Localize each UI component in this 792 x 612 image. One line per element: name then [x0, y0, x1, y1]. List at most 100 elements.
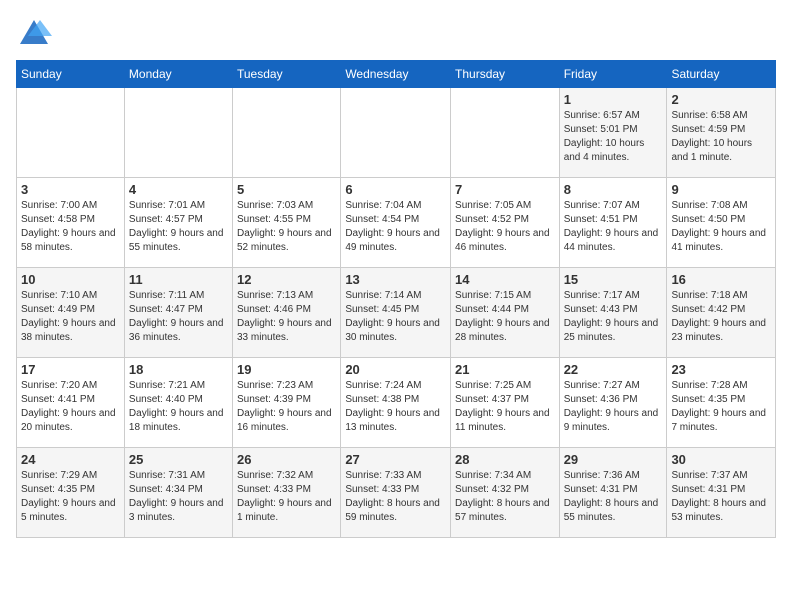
day-number: 1 — [564, 92, 663, 107]
day-info: Sunrise: 7:03 AM Sunset: 4:55 PM Dayligh… — [237, 199, 336, 255]
calendar-cell: 7 Sunrise: 7:05 AM Sunset: 4:52 PM Daylig… — [451, 178, 560, 268]
calendar-cell: 3 Sunrise: 7:00 AM Sunset: 4:58 PM Daylig… — [17, 178, 125, 268]
calendar-cell: 4Sunrise: 7:01 AM Sunset: 4:57 PM Daylig… — [124, 178, 232, 268]
day-info: Sunrise: 7:25 AM Sunset: 4:37 PM Dayligh… — [455, 379, 555, 435]
day-number: 5 — [237, 182, 336, 197]
day-number: 10 — [21, 272, 120, 287]
calendar-cell — [341, 88, 451, 178]
day-number: 13 — [345, 272, 446, 287]
day-info: Sunrise: 7:04 AM Sunset: 4:54 PM Dayligh… — [345, 199, 446, 255]
calendar-cell — [17, 88, 125, 178]
header-sunday: Sunday — [17, 61, 125, 88]
calendar-week-5: 24Sunrise: 7:29 AM Sunset: 4:35 PM Dayli… — [17, 448, 776, 538]
day-info: Sunrise: 7:07 AM Sunset: 4:51 PM Dayligh… — [564, 199, 663, 255]
calendar-table: SundayMondayTuesdayWednesdayThursdayFrid… — [16, 60, 776, 538]
calendar-cell: 17 Sunrise: 7:20 AM Sunset: 4:41 PM Dayli… — [17, 358, 125, 448]
calendar-cell: 20 Sunrise: 7:24 AM Sunset: 4:38 PM Dayli… — [341, 358, 451, 448]
calendar-cell — [233, 88, 341, 178]
day-number: 30 — [671, 452, 771, 467]
calendar-cell: 12Sunrise: 7:13 AM Sunset: 4:46 PM Dayli… — [233, 268, 341, 358]
day-info: Sunrise: 7:05 AM Sunset: 4:52 PM Dayligh… — [455, 199, 555, 255]
day-number: 26 — [237, 452, 336, 467]
calendar-cell: 11Sunrise: 7:11 AM Sunset: 4:47 PM Dayli… — [124, 268, 232, 358]
logo-icon — [16, 16, 52, 52]
calendar-cell: 9Sunrise: 7:08 AM Sunset: 4:50 PM Daylig… — [667, 178, 776, 268]
day-info: Sunrise: 7:23 AM Sunset: 4:39 PM Dayligh… — [237, 379, 336, 435]
day-info: Sunrise: 7:24 AM Sunset: 4:38 PM Dayligh… — [345, 379, 446, 435]
day-info: Sunrise: 7:36 AM Sunset: 4:31 PM Dayligh… — [564, 469, 663, 525]
calendar-cell: 6 Sunrise: 7:04 AM Sunset: 4:54 PM Daylig… — [341, 178, 451, 268]
day-number: 24 — [21, 452, 120, 467]
day-number: 15 — [564, 272, 663, 287]
calendar-cell: 22 Sunrise: 7:27 AM Sunset: 4:36 PM Dayli… — [559, 358, 667, 448]
calendar-week-4: 17 Sunrise: 7:20 AM Sunset: 4:41 PM Dayli… — [17, 358, 776, 448]
day-number: 25 — [129, 452, 228, 467]
day-number: 16 — [671, 272, 771, 287]
header-wednesday: Wednesday — [341, 61, 451, 88]
header-monday: Monday — [124, 61, 232, 88]
day-number: 9 — [671, 182, 771, 197]
calendar-body: 1 Sunrise: 6:57 AM Sunset: 5:01 PM Daylig… — [17, 88, 776, 538]
calendar-cell: 8 Sunrise: 7:07 AM Sunset: 4:51 PM Daylig… — [559, 178, 667, 268]
header-row: SundayMondayTuesdayWednesdayThursdayFrid… — [17, 61, 776, 88]
day-number: 22 — [564, 362, 663, 377]
calendar-week-3: 10Sunrise: 7:10 AM Sunset: 4:49 PM Dayli… — [17, 268, 776, 358]
day-info: Sunrise: 7:27 AM Sunset: 4:36 PM Dayligh… — [564, 379, 663, 435]
day-number: 17 — [21, 362, 120, 377]
calendar-cell: 23 Sunrise: 7:28 AM Sunset: 4:35 PM Dayli… — [667, 358, 776, 448]
day-number: 8 — [564, 182, 663, 197]
calendar-cell: 24Sunrise: 7:29 AM Sunset: 4:35 PM Dayli… — [17, 448, 125, 538]
day-info: Sunrise: 7:31 AM Sunset: 4:34 PM Dayligh… — [129, 469, 228, 525]
calendar-cell: 25 Sunrise: 7:31 AM Sunset: 4:34 PM Dayli… — [124, 448, 232, 538]
calendar-cell: 26 Sunrise: 7:32 AM Sunset: 4:33 PM Dayli… — [233, 448, 341, 538]
calendar-cell: 14 Sunrise: 7:15 AM Sunset: 4:44 PM Dayli… — [451, 268, 560, 358]
day-info: Sunrise: 7:28 AM Sunset: 4:35 PM Dayligh… — [671, 379, 771, 435]
day-number: 27 — [345, 452, 446, 467]
day-number: 23 — [671, 362, 771, 377]
calendar-header: SundayMondayTuesdayWednesdayThursdayFrid… — [17, 61, 776, 88]
day-number: 19 — [237, 362, 336, 377]
day-info: Sunrise: 7:15 AM Sunset: 4:44 PM Dayligh… — [455, 289, 555, 345]
day-number: 6 — [345, 182, 446, 197]
day-number: 29 — [564, 452, 663, 467]
calendar-cell: 2Sunrise: 6:58 AM Sunset: 4:59 PM Daylig… — [667, 88, 776, 178]
day-info: Sunrise: 7:17 AM Sunset: 4:43 PM Dayligh… — [564, 289, 663, 345]
day-info: Sunrise: 7:20 AM Sunset: 4:41 PM Dayligh… — [21, 379, 120, 435]
page-header — [16, 16, 776, 52]
calendar-week-1: 1 Sunrise: 6:57 AM Sunset: 5:01 PM Daylig… — [17, 88, 776, 178]
day-number: 21 — [455, 362, 555, 377]
day-number: 3 — [21, 182, 120, 197]
header-thursday: Thursday — [451, 61, 560, 88]
header-tuesday: Tuesday — [233, 61, 341, 88]
day-info: Sunrise: 7:13 AM Sunset: 4:46 PM Dayligh… — [237, 289, 336, 345]
day-number: 11 — [129, 272, 228, 287]
calendar-cell: 30 Sunrise: 7:37 AM Sunset: 4:31 PM Dayli… — [667, 448, 776, 538]
calendar-cell: 1 Sunrise: 6:57 AM Sunset: 5:01 PM Daylig… — [559, 88, 667, 178]
day-info: Sunrise: 7:14 AM Sunset: 4:45 PM Dayligh… — [345, 289, 446, 345]
calendar-cell: 5 Sunrise: 7:03 AM Sunset: 4:55 PM Daylig… — [233, 178, 341, 268]
calendar-cell: 27 Sunrise: 7:33 AM Sunset: 4:33 PM Dayli… — [341, 448, 451, 538]
calendar-cell: 28 Sunrise: 7:34 AM Sunset: 4:32 PM Dayli… — [451, 448, 560, 538]
day-number: 20 — [345, 362, 446, 377]
day-info: Sunrise: 7:18 AM Sunset: 4:42 PM Dayligh… — [671, 289, 771, 345]
day-info: Sunrise: 7:00 AM Sunset: 4:58 PM Dayligh… — [21, 199, 120, 255]
day-number: 18 — [129, 362, 228, 377]
calendar-week-2: 3 Sunrise: 7:00 AM Sunset: 4:58 PM Daylig… — [17, 178, 776, 268]
day-info: Sunrise: 7:37 AM Sunset: 4:31 PM Dayligh… — [671, 469, 771, 525]
day-number: 4 — [129, 182, 228, 197]
calendar-cell: 18Sunrise: 7:21 AM Sunset: 4:40 PM Dayli… — [124, 358, 232, 448]
day-number: 2 — [671, 92, 771, 107]
header-saturday: Saturday — [667, 61, 776, 88]
calendar-cell: 15 Sunrise: 7:17 AM Sunset: 4:43 PM Dayli… — [559, 268, 667, 358]
day-number: 28 — [455, 452, 555, 467]
calendar-cell: 21 Sunrise: 7:25 AM Sunset: 4:37 PM Dayli… — [451, 358, 560, 448]
calendar-cell: 13 Sunrise: 7:14 AM Sunset: 4:45 PM Dayli… — [341, 268, 451, 358]
calendar-cell — [124, 88, 232, 178]
day-info: Sunrise: 7:34 AM Sunset: 4:32 PM Dayligh… — [455, 469, 555, 525]
day-info: Sunrise: 6:57 AM Sunset: 5:01 PM Dayligh… — [564, 109, 663, 165]
day-number: 7 — [455, 182, 555, 197]
day-info: Sunrise: 7:32 AM Sunset: 4:33 PM Dayligh… — [237, 469, 336, 525]
day-number: 14 — [455, 272, 555, 287]
day-info: Sunrise: 7:33 AM Sunset: 4:33 PM Dayligh… — [345, 469, 446, 525]
calendar-cell: 10Sunrise: 7:10 AM Sunset: 4:49 PM Dayli… — [17, 268, 125, 358]
